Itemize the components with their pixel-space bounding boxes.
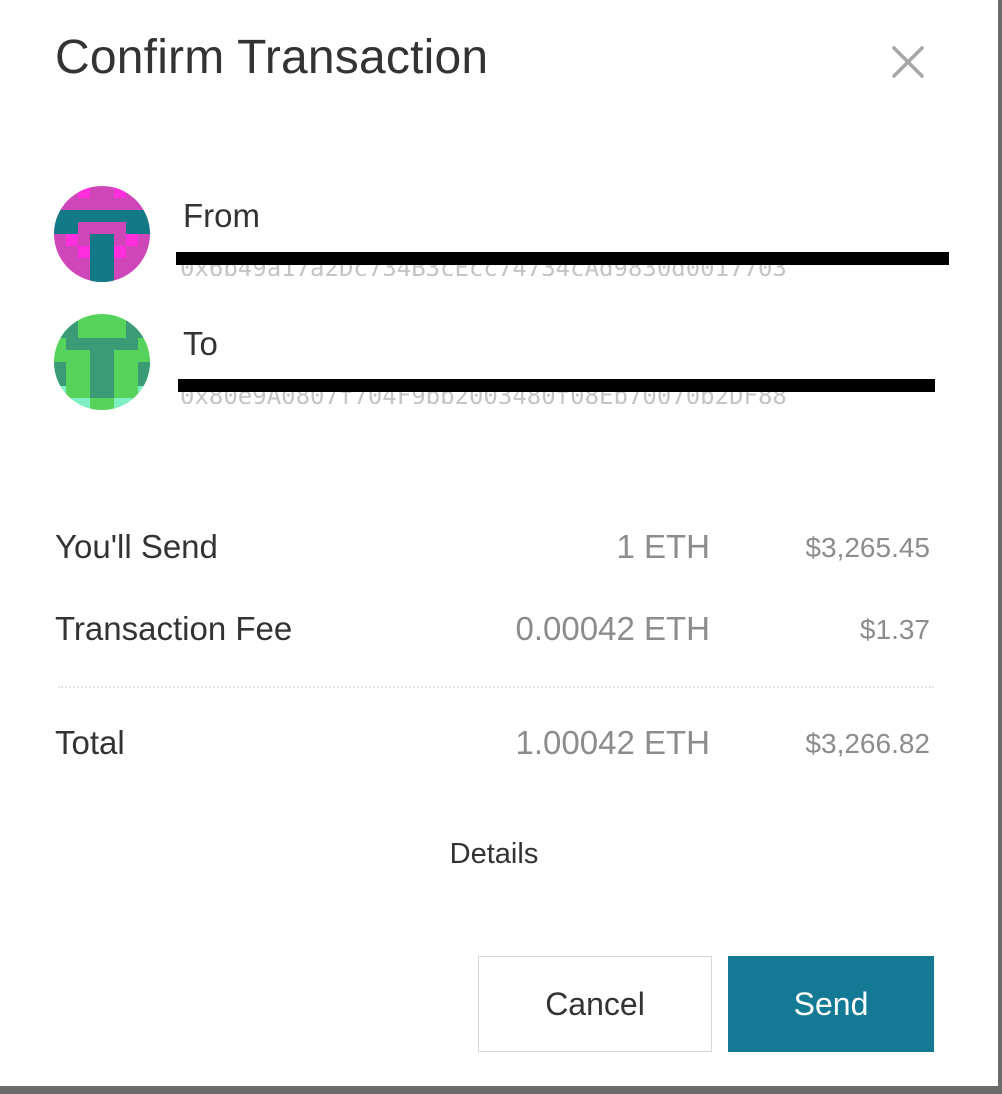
to-avatar-identicon (54, 314, 150, 410)
fee-label: Transaction Fee (55, 610, 293, 647)
close-icon[interactable] (884, 38, 932, 86)
summary-divider (58, 686, 934, 688)
send-button[interactable]: Send (728, 956, 934, 1052)
send-amount-usd: $3,265.45 (805, 532, 930, 563)
dialog-bottom-shadow (0, 1086, 1002, 1094)
from-address-redaction (176, 252, 949, 265)
total-eth: 1.00042 ETH (515, 724, 710, 761)
from-avatar-identicon (54, 186, 150, 282)
dialog-edge-shadow (998, 0, 1002, 1094)
details-link[interactable]: Details (0, 838, 988, 871)
from-label: From (183, 197, 260, 234)
fee-usd: $1.37 (859, 614, 930, 645)
to-address-redaction (178, 379, 935, 392)
total-label: Total (55, 724, 125, 761)
dialog-title: Confirm Transaction (55, 31, 489, 84)
to-label: To (183, 325, 218, 362)
cancel-button[interactable]: Cancel (478, 956, 712, 1052)
fee-eth: 0.00042 ETH (515, 610, 710, 647)
confirm-transaction-dialog: Confirm Transaction From 0x6b49a17a2Dc73… (0, 0, 998, 1086)
send-amount-label: You'll Send (55, 528, 218, 565)
total-usd: $3,266.82 (805, 728, 930, 759)
send-amount-eth: 1 ETH (616, 528, 710, 565)
